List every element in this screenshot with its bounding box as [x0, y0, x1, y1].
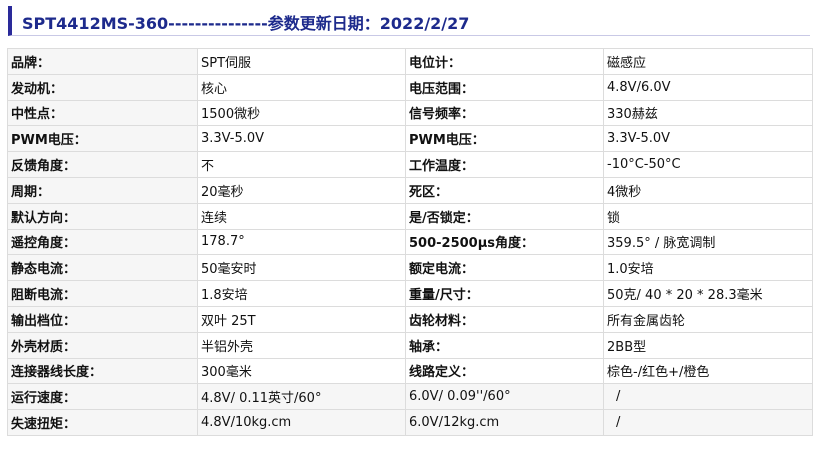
- spec-label: 额定电流：: [405, 254, 604, 282]
- perf-value-extra: /: [603, 409, 813, 436]
- spec-value: 1500微秒: [197, 99, 406, 127]
- table-row: 外壳材质： 半铝外壳 轴承： 2BB型: [7, 331, 813, 359]
- page-title: SPT4412MS-360---------------参数更新日期：2022/…: [22, 14, 470, 33]
- spec-value: 双叶 25T: [197, 305, 406, 333]
- spec-label: 输出档位：: [7, 305, 198, 333]
- spec-label: 静态电流：: [7, 254, 198, 282]
- spec-label: 信号频率：: [405, 99, 604, 127]
- table-row: 连接器线长度： 300毫米 线路定义： 棕色-/红色+/橙色: [7, 357, 813, 385]
- table-row: 运行速度： 4.8V/ 0.11英寸/60° 6.0V/ 0.09''/60° …: [7, 383, 813, 411]
- spec-value: 磁感应: [603, 48, 813, 75]
- table-row: 静态电流： 50毫安时 额定电流： 1.0安培: [7, 254, 813, 282]
- spec-label: PWM电压：: [405, 125, 604, 153]
- spec-value: 178.7°: [197, 228, 406, 256]
- table-row: 发动机： 核心 电压范围： 4.8V/6.0V: [7, 73, 813, 101]
- spec-value: 3.3V-5.0V: [603, 125, 813, 153]
- spec-value: 300毫米: [197, 357, 406, 385]
- spec-value: 锁: [603, 202, 813, 230]
- spec-value: 20毫秒: [197, 176, 406, 204]
- table-row: 反馈角度： 不 工作温度： -10°C-50°C: [7, 151, 813, 178]
- table-row: PWM电压： 3.3V-5.0V PWM电压： 3.3V-5.0V: [7, 125, 813, 153]
- perf-value-6v0: 6.0V/ 0.09''/60°: [405, 383, 604, 411]
- spec-label: 中性点：: [7, 99, 198, 127]
- spec-label: 齿轮材料：: [405, 305, 604, 333]
- spec-label: 线路定义：: [405, 357, 604, 385]
- spec-label: 品牌：: [7, 48, 198, 75]
- perf-value-extra: /: [603, 383, 813, 411]
- spec-label: 遥控角度：: [7, 228, 198, 256]
- spec-value: 50克/ 40 * 20 * 28.3毫米: [603, 280, 813, 307]
- spec-value: 4.8V/6.0V: [603, 73, 813, 101]
- spec-value: 359.5° / 脉宽调制: [603, 228, 813, 256]
- spec-value: 3.3V-5.0V: [197, 125, 406, 153]
- spec-value: SPT伺服: [197, 48, 406, 75]
- spec-value: 4微秒: [603, 176, 813, 204]
- spec-label: 外壳材质：: [7, 331, 198, 359]
- spec-label: 工作温度：: [405, 151, 604, 178]
- perf-label: 运行速度：: [7, 383, 198, 411]
- spec-value: 1.0安培: [603, 254, 813, 282]
- spec-label: 默认方向：: [7, 202, 198, 230]
- table-row: 中性点： 1500微秒 信号频率： 330赫兹: [7, 99, 813, 127]
- spec-value: 棕色-/红色+/橙色: [603, 357, 813, 385]
- spec-value: -10°C-50°C: [603, 151, 813, 178]
- spec-label: 是/否锁定：: [405, 202, 604, 230]
- spec-label: 死区：: [405, 176, 604, 204]
- spec-label: 重量/尺寸：: [405, 280, 604, 307]
- spec-value: 1.8安培: [197, 280, 406, 307]
- spec-label: 周期：: [7, 176, 198, 204]
- spec-label: 电压范围：: [405, 73, 604, 101]
- spec-value: 2BB型: [603, 331, 813, 359]
- spec-value: 半铝外壳: [197, 331, 406, 359]
- table-row: 输出档位： 双叶 25T 齿轮材料： 所有金属齿轮: [7, 305, 813, 333]
- table-row: 阻断电流： 1.8安培 重量/尺寸： 50克/ 40 * 20 * 28.3毫米: [7, 280, 813, 307]
- spec-label: 500-2500μs角度：: [405, 228, 604, 256]
- spec-value: 所有金属齿轮: [603, 305, 813, 333]
- spec-label: PWM电压：: [7, 125, 198, 153]
- spec-value: 330赫兹: [603, 99, 813, 127]
- spec-value: 核心: [197, 73, 406, 101]
- spec-label: 电位计：: [405, 48, 604, 75]
- spec-table: 品牌： SPT伺服 电位计： 磁感应 发动机： 核心 电压范围： 4.8V/6.…: [7, 48, 813, 436]
- perf-value-6v0: 6.0V/12kg.cm: [405, 409, 604, 436]
- spec-label: 连接器线长度：: [7, 357, 198, 385]
- perf-value-4v8: 4.8V/10kg.cm: [197, 409, 406, 436]
- table-row: 默认方向： 连续 是/否锁定： 锁: [7, 202, 813, 230]
- spec-page: SPT4412MS-360---------------参数更新日期：2022/…: [0, 0, 823, 450]
- spec-label: 轴承：: [405, 331, 604, 359]
- spec-label: 发动机：: [7, 73, 198, 101]
- spec-value: 50毫安时: [197, 254, 406, 282]
- spec-label: 反馈角度：: [7, 151, 198, 178]
- spec-value: 不: [197, 151, 406, 178]
- spec-label: 阻断电流：: [7, 280, 198, 307]
- table-row: 失速扭矩： 4.8V/10kg.cm 6.0V/12kg.cm /: [7, 409, 813, 436]
- perf-label: 失速扭矩：: [7, 409, 198, 436]
- spec-header: SPT4412MS-360---------------参数更新日期：2022/…: [8, 6, 810, 36]
- table-row: 品牌： SPT伺服 电位计： 磁感应: [7, 48, 813, 75]
- table-row: 遥控角度： 178.7° 500-2500μs角度： 359.5° / 脉宽调制: [7, 228, 813, 256]
- table-row: 周期： 20毫秒 死区： 4微秒: [7, 176, 813, 204]
- spec-value: 连续: [197, 202, 406, 230]
- perf-value-4v8: 4.8V/ 0.11英寸/60°: [197, 383, 406, 411]
